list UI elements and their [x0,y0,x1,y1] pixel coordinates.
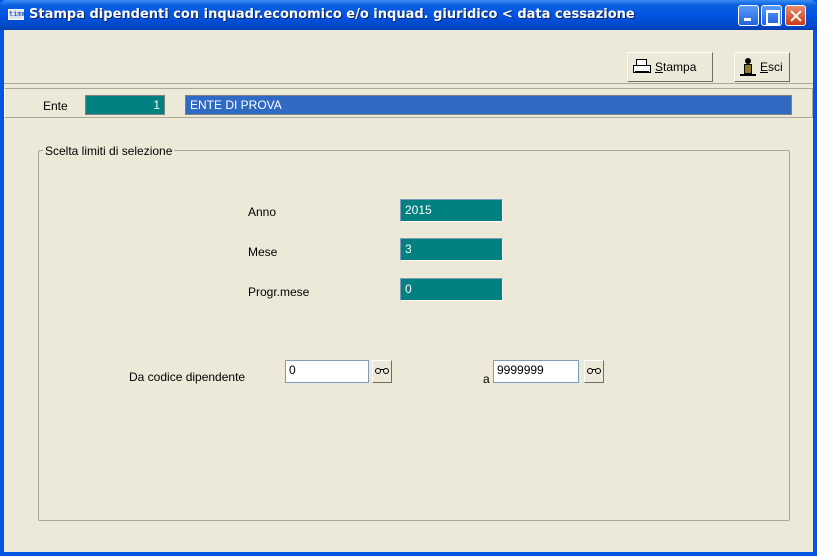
esci-button[interactable]: Esci [734,52,790,82]
a-codice-lookup-button[interactable] [584,360,604,383]
window-border-right [813,30,817,556]
app-window: timm Stampa dipendenti con inquadr.econo… [0,0,817,556]
da-codice-label: Da codice dipendente [129,370,246,384]
maximize-button[interactable] [761,5,782,26]
title-bar[interactable]: timm Stampa dipendenti con inquadr.econo… [0,0,817,30]
da-codice-field[interactable]: 0 [285,360,369,383]
progr-mese-label: Progr.mese [248,285,310,299]
printer-icon [632,58,652,76]
binoculars-icon [375,368,389,375]
stampa-button[interactable]: Stampa [627,52,713,82]
ente-row: Ente 1 ENTE DI PROVA [4,88,813,118]
ente-name-field: ENTE DI PROVA [185,95,792,115]
ente-code-field[interactable]: 1 [85,95,165,115]
client-area: Stampa Esci Ente 1 ENTE DI PROVA Scelta … [4,30,813,552]
stampa-label: Stampa [655,60,697,74]
a-codice-label: a [483,372,490,386]
app-icon[interactable]: timm [8,9,26,20]
binoculars-icon [587,368,601,375]
mese-label: Mese [248,245,278,259]
anno-field[interactable]: 2015 [400,199,503,222]
mese-field[interactable]: 3 [400,238,503,261]
window-title: Stampa dipendenti con inquadr.economico … [29,7,635,22]
toolbar: Stampa Esci [4,30,813,84]
close-button[interactable] [785,5,806,26]
da-codice-lookup-button[interactable] [372,360,392,383]
ente-label: Ente [43,99,68,113]
esci-label: Esci [760,60,783,74]
selection-legend: Scelta limiti di selezione [43,144,175,158]
minimize-button[interactable] [738,5,759,26]
anno-label: Anno [248,205,277,219]
progr-mese-field[interactable]: 0 [400,278,503,301]
exit-icon [739,57,757,77]
a-codice-field[interactable]: 9999999 [493,360,579,383]
window-border-bottom [0,552,817,556]
